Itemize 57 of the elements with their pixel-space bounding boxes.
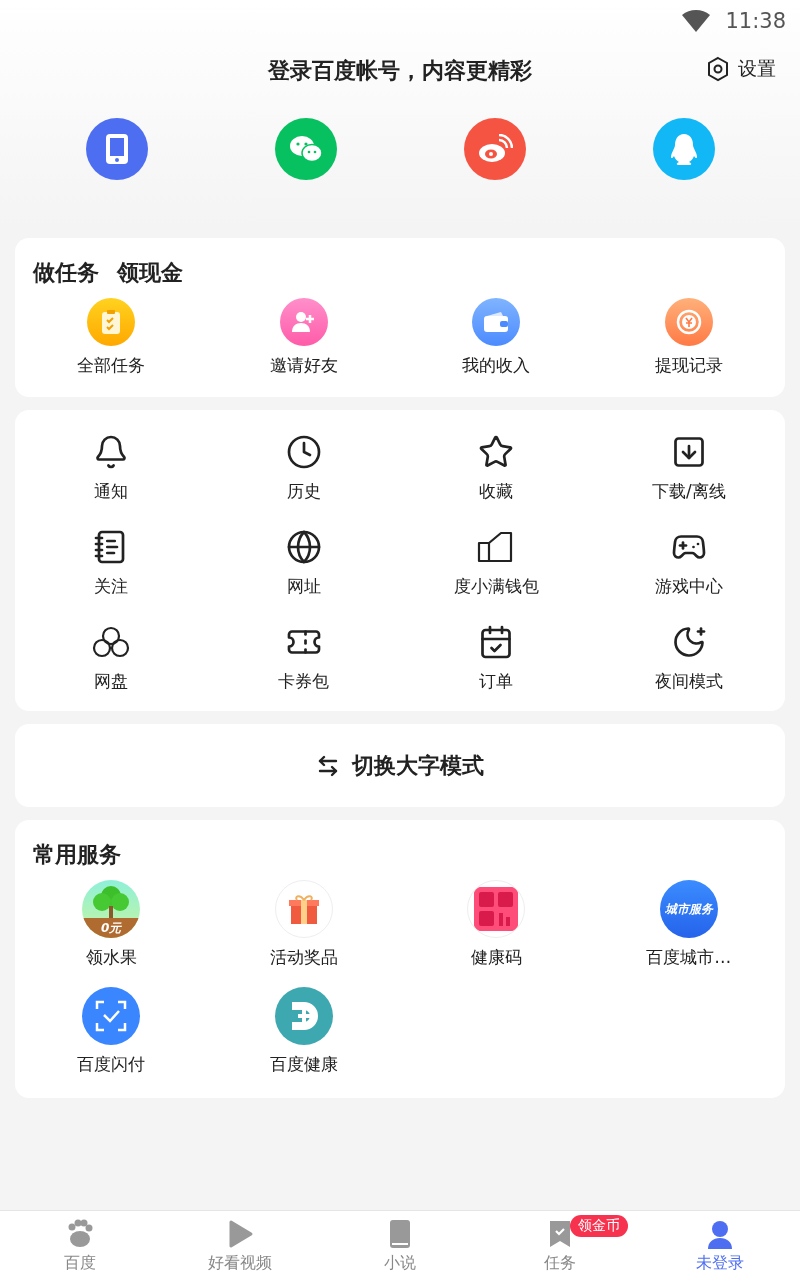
tool-item[interactable]: 卡券包 (207, 624, 400, 693)
scan-check-icon (82, 987, 141, 1045)
nav-tab[interactable]: 未登录 (640, 1211, 800, 1280)
nav-tab[interactable]: 好看视频 (160, 1211, 320, 1280)
icon-label: 城市服务 (664, 900, 713, 918)
nav-tab[interactable]: 百度 (0, 1211, 160, 1280)
tool-item[interactable]: 历史 (207, 434, 400, 503)
tool-item[interactable]: 网址 (207, 529, 400, 598)
service-item[interactable]: 健康码 (400, 880, 593, 969)
tool-item[interactable]: 通知 (15, 434, 208, 503)
tool-item[interactable]: 收藏 (400, 434, 593, 503)
chat-bubbles-icon (287, 134, 324, 164)
phone-icon (103, 133, 130, 165)
tool-item[interactable]: 网盘 (15, 624, 208, 693)
service-item[interactable]: 活动奖品 (207, 880, 400, 969)
add-person-icon (279, 298, 328, 346)
tool-item[interactable]: 关注 (15, 529, 208, 598)
penguin-icon (668, 132, 699, 166)
bookmark-check-icon (547, 1219, 573, 1249)
tab-badge: 领金币 (570, 1215, 628, 1237)
eye-waves-icon (476, 134, 513, 164)
service-item[interactable]: 百度闪付 (15, 987, 208, 1076)
card-subtitle: 领现金 (117, 259, 183, 287)
task-item[interactable]: 我的收入 (400, 298, 593, 377)
clock-icon (285, 434, 322, 470)
service-item[interactable]: 城市服务 百度城市… (592, 880, 785, 969)
health-cross-icon (274, 987, 333, 1045)
tool-item[interactable]: 游戏中心 (592, 529, 785, 598)
clipboard-icon (87, 298, 136, 346)
tool-item[interactable]: 夜间模式 (592, 624, 785, 693)
login-prompt: 登录百度帐号，内容更精彩 (268, 57, 532, 85)
service-item[interactable]: 百度健康 (207, 987, 400, 1076)
service-item[interactable]: 0元 领水果 (15, 880, 208, 969)
task-item[interactable]: 全部任务 (15, 298, 208, 377)
three-circles-icon (91, 624, 132, 660)
star-icon (478, 434, 515, 470)
card-title: 做任务 (33, 259, 99, 287)
yuan-coin-icon (664, 298, 713, 346)
large-text-mode-button[interactable]: 切换大字模式 (15, 724, 785, 807)
swap-icon (316, 753, 340, 778)
wallet-icon (472, 298, 521, 346)
book-icon (387, 1219, 413, 1249)
price-label: 0元 (101, 919, 122, 937)
nav-tab[interactable]: 任务 领金币 (480, 1211, 640, 1280)
tool-item[interactable]: 度小满钱包 (400, 529, 593, 598)
status-time: 11:38 (725, 9, 786, 33)
tool-item[interactable]: 订单 (400, 624, 593, 693)
wifi-icon (681, 9, 712, 33)
nav-tab[interactable]: 小说 (320, 1211, 480, 1280)
task-item[interactable]: 邀请好友 (207, 298, 400, 377)
settings-icon (706, 56, 730, 82)
task-item[interactable]: 提现记录 (592, 298, 785, 377)
card-title: 常用服务 (33, 841, 121, 869)
person-icon (705, 1219, 735, 1249)
globe-icon (285, 529, 322, 565)
settings-button[interactable]: 设置 (706, 56, 776, 82)
tool-item[interactable]: 下载/离线 (592, 434, 785, 503)
